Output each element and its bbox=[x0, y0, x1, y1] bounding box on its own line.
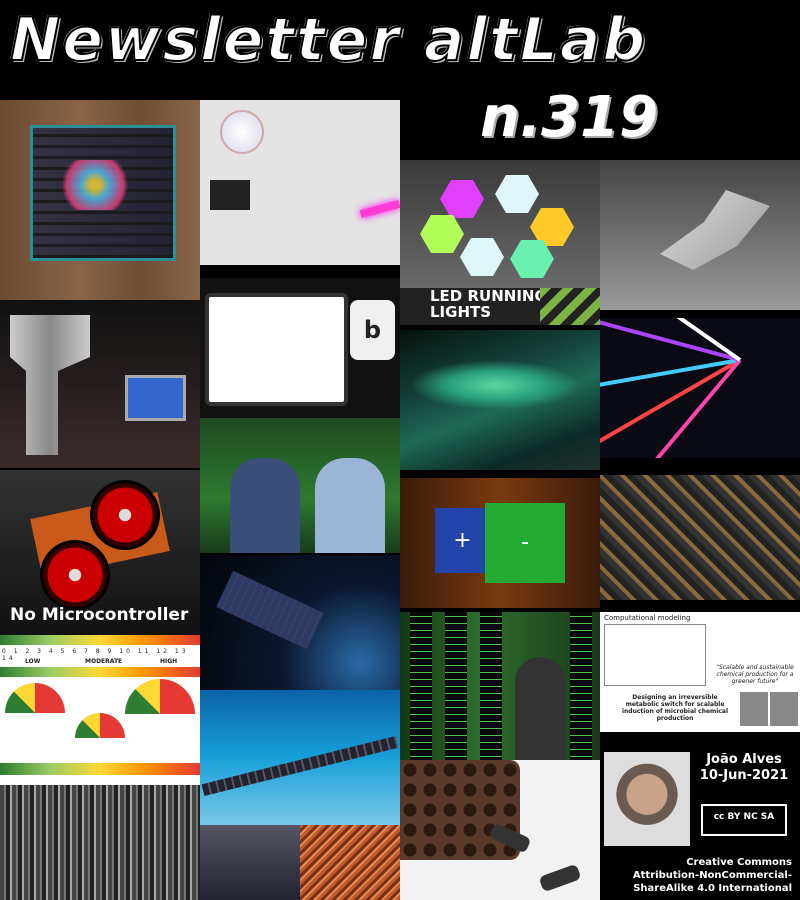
wheel bbox=[40, 540, 110, 610]
risk-gauge-image[interactable]: 0 1 2 3 4 5 6 7 8 9 10 11 12 13 14 LOW M… bbox=[0, 635, 200, 785]
paper-header: Computational modeling bbox=[604, 614, 691, 622]
robot-car-image[interactable]: No Microcontroller bbox=[0, 470, 200, 635]
microscope-image[interactable] bbox=[0, 300, 200, 468]
metamaterial-image[interactable] bbox=[600, 475, 800, 600]
lab-researcher-image[interactable] bbox=[200, 825, 300, 900]
person bbox=[315, 458, 385, 553]
battery-positive: + bbox=[435, 508, 490, 573]
wheel bbox=[90, 480, 160, 550]
author-photo bbox=[770, 692, 798, 726]
lab-cables-image[interactable] bbox=[0, 785, 200, 900]
aurora bbox=[410, 360, 580, 410]
led-glow bbox=[55, 160, 135, 210]
hex-panel bbox=[440, 180, 484, 218]
risk-scale-bar bbox=[0, 635, 200, 645]
newsletter-title: Newsletter altLab bbox=[10, 4, 648, 76]
risk-low-label: LOW bbox=[25, 658, 41, 665]
undersea-cable-image[interactable] bbox=[200, 690, 400, 825]
vial bbox=[538, 863, 582, 893]
microscope-screen bbox=[125, 375, 186, 421]
issue-date: 10-Jun-2021 bbox=[699, 768, 789, 783]
model-diagram bbox=[604, 624, 706, 686]
researchers-image[interactable] bbox=[200, 418, 400, 553]
cc-badge-text: cc BY NC SA bbox=[703, 806, 785, 834]
risk-high-label: HIGH bbox=[160, 658, 178, 665]
person-with-laptop bbox=[515, 657, 565, 760]
paper-quote: "Scalable and sustainable chemical produ… bbox=[716, 664, 794, 685]
sample-plate bbox=[400, 760, 520, 860]
risk-bar bbox=[0, 667, 200, 677]
tablet-app-image[interactable]: b bbox=[200, 278, 400, 418]
risk-gauge bbox=[5, 683, 65, 743]
hex-panel bbox=[495, 175, 539, 213]
author-name: João Alves bbox=[706, 752, 782, 767]
robot-arm bbox=[660, 190, 770, 270]
server-rack bbox=[480, 612, 502, 760]
ble-device: b bbox=[350, 300, 395, 360]
license-line-3: ShareAlike 4.0 International bbox=[633, 883, 792, 894]
license-line-1: Creative Commons bbox=[686, 857, 792, 868]
laser-rays-image[interactable] bbox=[600, 318, 800, 458]
aurora-image[interactable] bbox=[400, 330, 600, 470]
laser-ray bbox=[609, 358, 742, 458]
data-center-image[interactable] bbox=[400, 612, 600, 760]
tablet bbox=[205, 293, 348, 406]
author-portrait bbox=[604, 752, 690, 846]
glowing-ball-image[interactable] bbox=[200, 100, 400, 265]
issue-number: n.319 bbox=[480, 85, 659, 150]
copper-fibers-image[interactable] bbox=[300, 825, 400, 900]
controller-box bbox=[210, 180, 250, 210]
cc-license-badge[interactable]: cc BY NC SA bbox=[699, 802, 789, 838]
risk-bar-bottom bbox=[0, 763, 200, 775]
led-running-lights-caption: LED RUNNING LIGHTS bbox=[400, 288, 600, 325]
no-microcontroller-caption: No Microcontroller bbox=[10, 605, 189, 625]
metabolic-switch-paper[interactable]: Computational modeling "Scalable and sus… bbox=[600, 612, 800, 732]
battery-illustration[interactable]: + - bbox=[400, 478, 600, 608]
glowing-ball bbox=[220, 110, 264, 154]
risk-gauge bbox=[125, 679, 195, 749]
server-rack bbox=[570, 612, 592, 760]
satellite bbox=[216, 570, 324, 650]
led-wall-image[interactable] bbox=[0, 100, 200, 300]
risk-moderate-label: MODERATE bbox=[85, 658, 123, 665]
license-line-2: Attribution-NonCommercial- bbox=[632, 870, 792, 881]
caption-stripe bbox=[540, 288, 600, 325]
person bbox=[230, 458, 300, 553]
hex-panel bbox=[460, 238, 504, 276]
risk-gauge bbox=[75, 713, 125, 763]
laser-ray bbox=[600, 318, 741, 362]
author-photo bbox=[740, 692, 768, 726]
sample-plate-image[interactable] bbox=[400, 760, 600, 900]
server-rack bbox=[445, 612, 467, 760]
microscope bbox=[10, 315, 90, 455]
author-info: João Alves 10-Jun-2021 bbox=[694, 752, 794, 784]
led-running-lights-image[interactable]: LED RUNNING LIGHTS bbox=[400, 160, 600, 325]
battery-negative: - bbox=[485, 503, 565, 583]
led-strip bbox=[359, 199, 400, 219]
paper-title: Designing an irreversible metabolic swit… bbox=[621, 694, 729, 722]
laser-ray bbox=[600, 358, 741, 397]
satellite-image[interactable] bbox=[200, 555, 400, 690]
hex-panel bbox=[420, 215, 464, 253]
server-rack bbox=[410, 612, 432, 760]
undersea-cable bbox=[201, 735, 399, 797]
license-text: Creative Commons Attribution-NonCommerci… bbox=[600, 856, 792, 895]
robot-arm-image[interactable] bbox=[600, 160, 800, 310]
